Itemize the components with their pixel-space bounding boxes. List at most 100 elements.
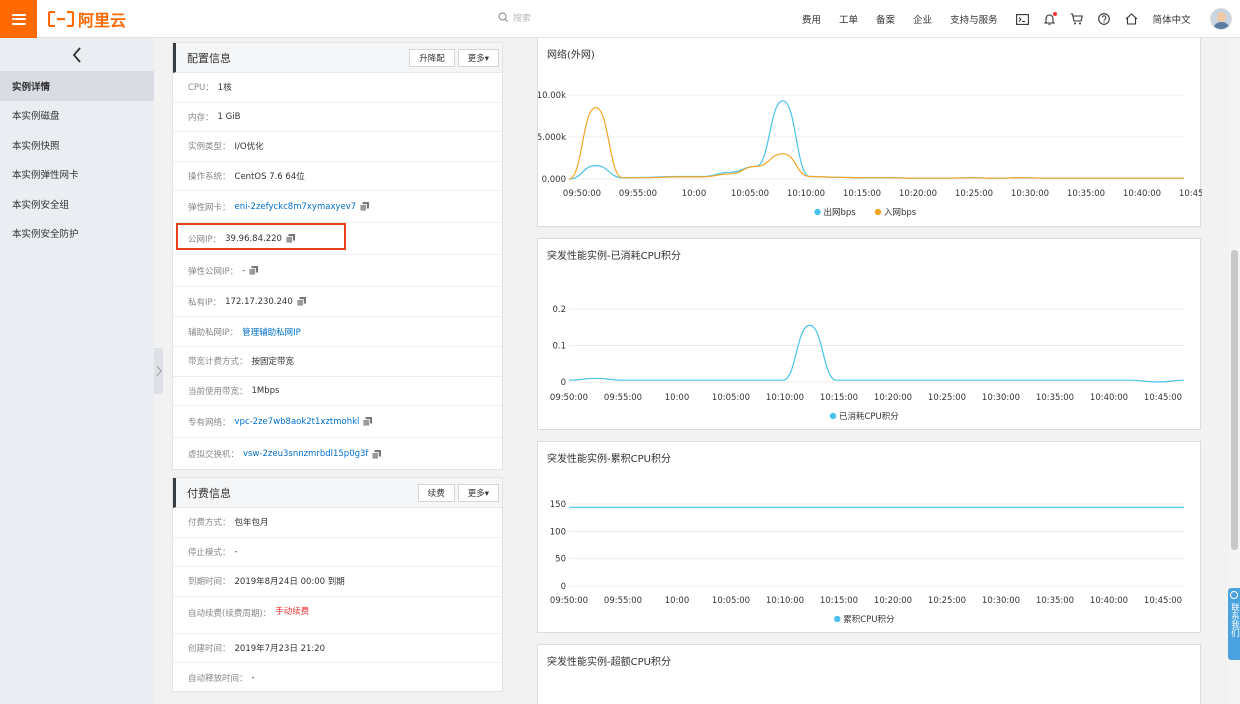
x-tick-label: 10:20:00 [874,596,912,606]
copy-icon[interactable] [296,297,306,306]
x-tick-label: 10:05:00 [712,393,750,403]
renew-button[interactable]: 续费 [417,484,455,502]
row-label: 自动释放时间： [188,673,248,684]
row-value: I/O优化 [234,142,264,153]
x-tick-label: 10:30:00 [1011,189,1049,199]
vpc-link[interactable]: vpc-2ze7wb8aok2t1xztmohkl [235,417,360,427]
row-created-time: 创建时间： 2019年7月23日 21:20 [173,634,502,663]
y-tick-label: 50 [555,555,566,565]
nav-icp[interactable]: 备案 [876,12,895,26]
x-tick-label: 10:35:00 [1067,189,1105,199]
copy-icon[interactable] [360,202,370,211]
network-chart-card: 网络(外网) 0.000 5.000k 10.00k 09:50:00 09:55:00… [537,38,1202,227]
x-tick-label: 10:45:00 [1179,189,1202,199]
home-icon[interactable] [1125,13,1138,25]
config-title: 配置信息 [187,51,231,65]
legend-label: 出网bps [824,207,857,218]
row-label: 内存： [188,112,214,123]
config-panel: 配置信息 升降配 更多▾ CPU： 1核 内存： 1 GiB 实例类型： I/O优化 … [172,42,503,470]
row-label: 付费方式： [188,518,231,529]
sidebar-collapse-handle[interactable] [154,348,163,394]
y-tick-label: 0.000 [542,175,566,185]
x-tick-label: 10:30:00 [982,393,1020,403]
row-value: 按固定带宽 [251,357,295,368]
row-label: 实例类型： [188,142,231,153]
legend-label: 累积CPU积分 [843,614,895,625]
copy-icon[interactable] [372,449,382,459]
search-placeholder: 搜索 [513,14,532,24]
scrollbar-thumb[interactable] [1231,250,1238,550]
sidebar-item-disks[interactable]: 本实例磁盘 [0,101,154,131]
row-label: 到期时间： [188,577,231,588]
x-tick-label: 10:00 [682,189,707,199]
contact-text: 联系我们 [1229,603,1240,637]
x-tick-label: 10:25:00 [928,596,966,606]
x-tick-label: 10:10:00 [787,189,825,199]
row-label: 辅助私网IP： [188,327,239,338]
row-label: 当前使用带宽： [188,386,248,397]
row-stop-mode: 停止模式： - [173,538,502,567]
sidebar-item-eni[interactable]: 本实例弹性网卡 [0,160,154,190]
hamburger-icon [11,13,26,25]
manage-secondary-ip-link[interactable]: 管理辅助私网IP [242,326,301,338]
row-label: 虚拟交换机： [188,450,240,460]
cpu-accumulated-chart-card: 突发性能实例-累积CPU积分 0 50 100 150 09:50:00 09:55:00… [537,441,1201,633]
row-value: 1 GiB [217,111,241,122]
row-label: 创建时间： [188,643,231,654]
legend-marker [874,208,882,216]
sidebar-item-instance-details[interactable]: 实例详情 [0,71,154,101]
nav-support[interactable]: 支持与服务 [950,12,998,26]
row-os: 操作系统： CentOS 7.6 64位 [173,162,502,191]
aliyun-logo[interactable]: 阿里云 [48,9,126,30]
row-label: 带宽计费方式： [188,357,248,368]
contact-us-button[interactable]: 联系我们 [1228,588,1240,660]
chevron-left-icon [72,46,81,63]
chevron-right-icon [156,365,162,377]
back-button[interactable] [0,38,154,71]
bell-icon[interactable] [1043,12,1057,25]
x-tick-label: 10:25:00 [928,393,966,403]
sidebar-item-snapshots[interactable]: 本实例快照 [0,130,154,160]
sidebar-item-security-protection[interactable]: 本实例安全防护 [0,219,154,249]
row-bandwidth-billing: 带宽计费方式： 按固定带宽 [173,347,502,377]
y-tick-label: 100 [550,527,566,537]
row-eip: 弹性公网IP： - [173,255,502,287]
help-icon[interactable] [1097,13,1110,25]
terminal-icon[interactable] [1015,13,1029,25]
vswitch-link[interactable]: vsw-2zeu3snnzmrbdl15p0g3f [243,449,368,459]
cpu-consumed-chart-card: 突发性能实例-已消耗CPU积分 0 0.1 0.2 09:50:00 09:55:00 1… [537,238,1201,430]
chat-icon [1230,591,1238,599]
copy-icon[interactable] [249,266,259,275]
row-expire-time: 到期时间： 2019年8月24日 00:00 到期 [173,567,502,597]
row-value: 2019年8月24日 00:00 到期 [234,577,345,588]
x-tick-label: 09:55:00 [604,393,642,403]
series-line [568,106,1184,180]
nav-billing[interactable]: 费用 [802,12,821,26]
x-tick-label: 10:30:00 [982,596,1020,606]
row-label: 自动续费(续费周期)： [188,608,272,619]
menu-button[interactable] [0,0,37,38]
avatar[interactable] [1210,8,1232,30]
language-switch[interactable]: 简体中文 [1153,12,1191,26]
top-bar: 阿里云 搜索 费用 工单 备案 企业 支持与服务 简体中文 [0,0,1240,38]
sidebar-item-security-groups[interactable]: 本实例安全组 [0,189,154,219]
public-ip-highlight-box [176,223,346,250]
config-more-button[interactable]: 更多▾ [457,49,499,67]
x-tick-label: 10:10:00 [766,596,804,606]
manual-renew-link[interactable]: 手动续费 [275,605,309,617]
row-value: - [251,672,255,683]
x-tick-label: 09:55:00 [619,189,657,199]
billing-more-button[interactable]: 更多▾ [457,484,499,502]
cart-icon[interactable] [1070,13,1083,25]
row-bandwidth: 当前使用带宽： 1Mbps [173,377,502,406]
row-auto-release: 自动释放时间： - [173,663,502,693]
nav-tickets[interactable]: 工单 [839,12,858,26]
upgrade-button[interactable]: 升降配 [409,49,455,67]
search-box[interactable]: 搜索 [498,11,531,24]
copy-icon[interactable] [363,417,373,426]
nav-enterprise[interactable]: 企业 [913,12,932,26]
cpu-accumulated-chart: 0 50 100 150 09:50:00 09:55:00 10:00 10:05:00 10… [550,500,1184,625]
eni-link[interactable]: eni-2zefyckc8m7xymaxyev7 [235,202,357,212]
row-label: 操作系统： [188,171,231,182]
x-tick-label: 10:05:00 [731,189,769,199]
